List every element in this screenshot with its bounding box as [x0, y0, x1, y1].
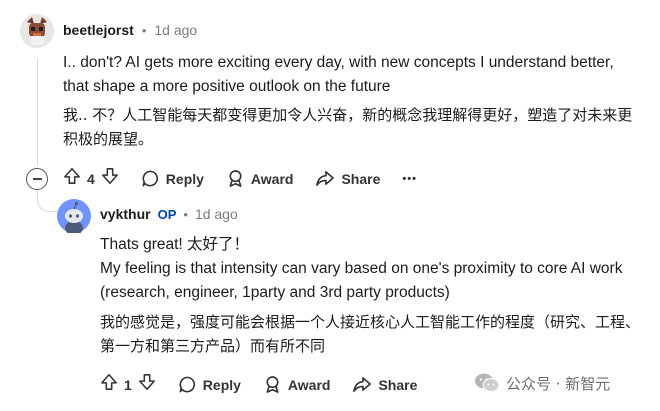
thread-connector	[37, 190, 59, 212]
more-options-button[interactable]: •••	[402, 173, 417, 185]
vote-count: 1	[124, 376, 132, 393]
op-badge: OP	[157, 206, 177, 222]
comment-line-1: Thats great! 太好了！	[100, 236, 250, 253]
comment-text-en: I.. don't? AI gets more exciting every d…	[63, 54, 614, 95]
award-button[interactable]: Award	[263, 375, 331, 394]
timestamp: 1d ago	[154, 22, 198, 38]
reply-button[interactable]: Reply	[141, 169, 204, 188]
share-icon	[353, 377, 372, 392]
award-label: Award	[250, 170, 294, 187]
wechat-icon	[475, 373, 500, 392]
award-icon	[229, 170, 242, 187]
watermark-text: 公众号 · 新智元	[506, 374, 611, 393]
user-avatar[interactable]	[57, 199, 91, 235]
comment-header: beetlejorst • 1d ago	[63, 22, 197, 38]
separator-dot: •	[183, 206, 188, 222]
upvote-icon[interactable]	[63, 167, 81, 190]
reply-label: Reply	[165, 170, 204, 187]
award-icon	[266, 376, 279, 393]
downvote-icon[interactable]	[101, 167, 119, 190]
user-avatar[interactable]	[20, 14, 54, 48]
watermark: 公众号 · 新智元	[474, 372, 610, 394]
share-button[interactable]: Share	[352, 375, 417, 394]
collapse-thread-button[interactable]	[26, 168, 48, 190]
vote-count: 4	[87, 170, 95, 187]
thread-line	[37, 58, 38, 166]
share-button[interactable]: Share	[315, 169, 380, 188]
username[interactable]: vykthur	[100, 206, 151, 222]
comment-bubble-icon	[142, 170, 158, 187]
share-icon	[316, 171, 335, 186]
comment-action-bar: 4 Reply Award Share •••	[63, 167, 439, 190]
reply-button[interactable]: Reply	[178, 375, 241, 394]
share-label: Share	[341, 170, 381, 187]
award-label: Award	[287, 376, 331, 393]
reply-label: Reply	[202, 376, 241, 393]
more-options-icon: •••	[402, 172, 417, 185]
comment-text-zh: 我.. 不？人工智能每天都变得更加令人兴奋，新的概念我理解得更好，塑造了对未来更…	[63, 106, 633, 148]
separator-dot: •	[141, 22, 147, 38]
comment-header: vykthur OP • 1d ago	[100, 206, 238, 222]
upvote-icon[interactable]	[100, 373, 118, 396]
comment-action-bar: 1 Reply Award Share	[100, 373, 439, 396]
username[interactable]: beetlejorst	[63, 22, 134, 38]
timestamp: 1d ago	[194, 206, 238, 222]
share-label: Share	[378, 376, 418, 393]
comment-bubble-icon	[179, 376, 195, 393]
downvote-icon[interactable]	[138, 373, 156, 396]
comment-text-zh: 我的感觉是，强度可能会根据一个人接近核心人工智能工作的程度（研究、工程、第一方和…	[100, 313, 641, 355]
award-button[interactable]: Award	[226, 169, 294, 188]
comment-text-en: My feeling is that intensity can vary ba…	[100, 260, 623, 301]
